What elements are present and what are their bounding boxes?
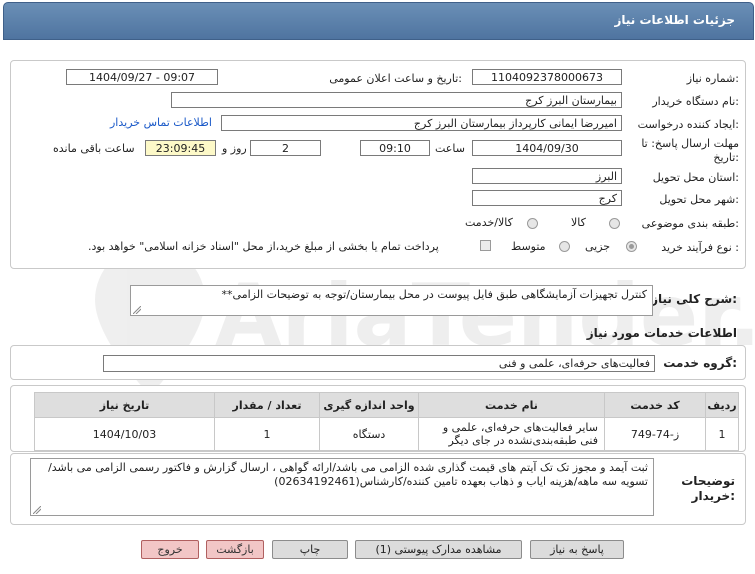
remaining-time-field: 23:09:45	[145, 140, 216, 156]
buyer-notes-field: ثبت آیمد و مجوز تک تک آیتم های قیمت گذار…	[30, 458, 654, 516]
group-field: فعالیت‌های حرفه‌ای، علمی و فنی	[103, 355, 655, 372]
exit-button[interactable]: خروج	[141, 540, 199, 559]
table-row: 1 ز-74-749 سایر فعالیت‌های حرفه‌ای، علمی…	[34, 417, 739, 451]
unit-cell: دستگاه	[319, 417, 419, 451]
requester-field: امیررضا ایمانی کارپرداز بیمارستان البرز …	[221, 115, 622, 131]
city-field: کرج	[472, 190, 622, 206]
remaining-label: ساعت باقی مانده	[53, 142, 135, 155]
buyer-org-label: نام دستگاه خریدار:	[652, 95, 739, 108]
resize-grip-icon[interactable]	[133, 306, 141, 314]
category-goods-radio[interactable]	[609, 218, 620, 229]
services-table: ردیف کد خدمت نام خدمت واحد اندازه گیری ت…	[34, 392, 739, 451]
announce-field: 1404/09/27 - 09:07	[66, 69, 218, 85]
process-minor-radio[interactable]	[626, 241, 637, 252]
announce-label: تاریخ و ساعت اعلان عمومی:	[329, 72, 462, 85]
resize-grip-icon[interactable]	[33, 506, 41, 514]
need-date-cell: 1404/10/03	[34, 417, 215, 451]
col-date-header: تاریخ نیاز	[34, 392, 215, 418]
services-heading: اطلاعات خدمات مورد نیاز	[586, 326, 737, 340]
notes-label: توضیحات	[681, 474, 735, 488]
title-bar: جزئیات اطلاعات نیاز	[3, 2, 754, 40]
deadline-date-field: 1404/09/30	[472, 140, 622, 156]
category-goods-service-label: کالا/خدمت	[465, 216, 513, 229]
table-header-row: ردیف کد خدمت نام خدمت واحد اندازه گیری ت…	[34, 392, 739, 418]
need-number-field: 1104092378000673	[472, 69, 622, 85]
print-button[interactable]: چاپ	[272, 540, 348, 559]
col-qty-header: تعداد / مقدار	[214, 392, 320, 418]
col-unit-header: واحد اندازه گیری	[319, 392, 419, 418]
requester-label: ایجاد کننده درخواست:	[637, 118, 739, 131]
deadline-time-field: 09:10	[360, 140, 430, 156]
col-row-header: ردیف	[705, 392, 739, 418]
category-goods-label: کالا	[571, 216, 586, 229]
category-goods-service-radio[interactable]	[527, 218, 538, 229]
days-label: روز و	[222, 142, 247, 155]
process-minor-label: جزیی	[585, 240, 611, 253]
deadline-date-label: تاریخ:	[713, 151, 739, 164]
page-title: جزئیات اطلاعات نیاز	[614, 13, 735, 27]
deadline-label: مهلت ارسال پاسخ: تا	[641, 137, 739, 150]
days-field: 2	[250, 140, 321, 156]
quantity-cell: 1	[214, 417, 320, 451]
summary-label: شرح کلی نیاز:	[651, 292, 737, 306]
need-number-label: شماره نیاز:	[686, 72, 739, 85]
reply-button[interactable]: پاسخ به نیاز	[530, 540, 624, 559]
payment-note: پرداخت تمام یا بخشی از مبلغ خرید،از محل …	[88, 240, 439, 253]
category-label: طبقه بندی موضوعی:	[641, 217, 739, 230]
process-label: نوع فرآیند خرید :	[661, 241, 739, 254]
treasury-payment-checkbox[interactable]	[480, 240, 491, 251]
hour-label: ساعت	[435, 142, 465, 155]
col-code-header: کد خدمت	[604, 392, 706, 418]
process-medium-radio[interactable]	[559, 241, 570, 252]
row-number-cell: 1	[705, 417, 739, 451]
col-name-header: نام خدمت	[418, 392, 605, 418]
province-field: البرز	[472, 168, 622, 184]
service-name-cell: سایر فعالیت‌های حرفه‌ای، علمی و فنی طبقه…	[418, 417, 605, 451]
buyer-org-field: بیمارستان البرز کرج	[171, 92, 622, 108]
province-label: استان محل تحویل:	[652, 171, 739, 184]
group-label: گروه خدمت:	[663, 356, 737, 370]
process-medium-label: متوسط	[511, 240, 546, 253]
buyer-contact-link[interactable]: اطلاعات تماس خریدار	[110, 116, 212, 129]
back-button[interactable]: بازگشت	[206, 540, 264, 559]
service-code-cell: ز-74-749	[604, 417, 706, 451]
notes-label-2: خریدار:	[691, 489, 735, 503]
view-attachments-button[interactable]: مشاهده مدارک پیوستی (1)	[355, 540, 522, 559]
summary-field: کنترل تجهیزات آزمایشگاهی طبق فایل پیوست …	[130, 285, 653, 316]
city-label: شهر محل تحویل:	[659, 193, 739, 206]
